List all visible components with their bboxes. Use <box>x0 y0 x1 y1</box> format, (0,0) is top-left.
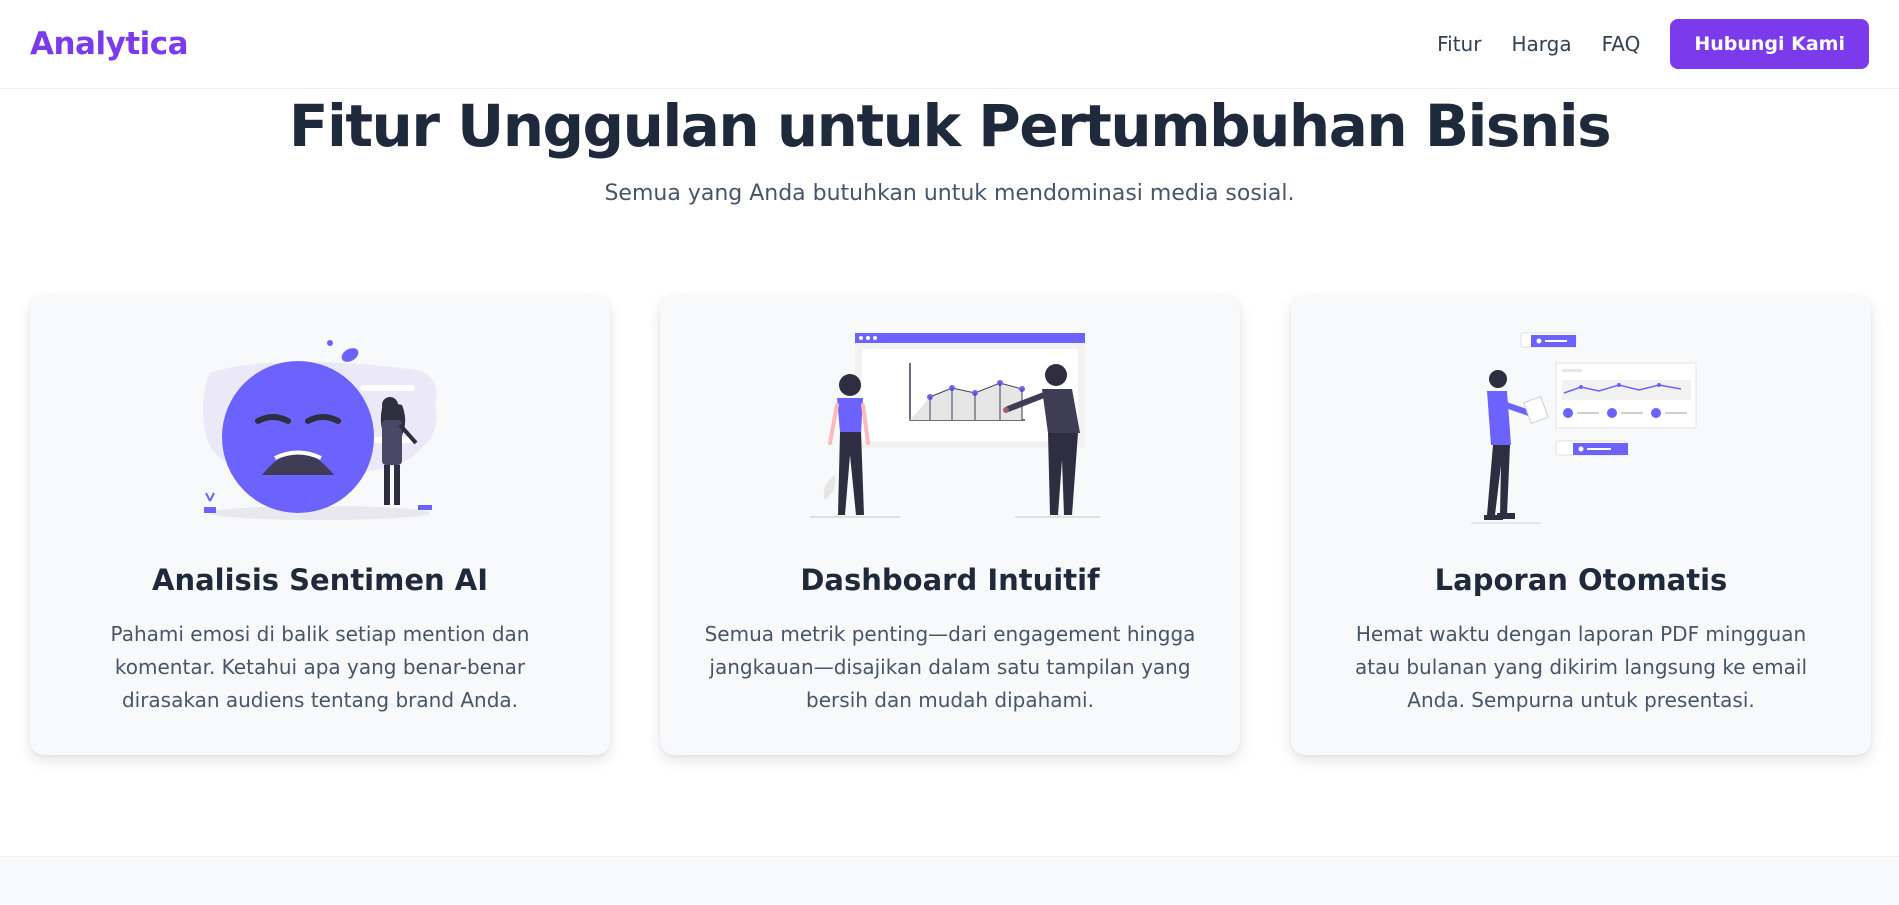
feature-card-reports: Laporan Otomatis Hemat waktu dengan lapo… <box>1291 295 1871 755</box>
brand-logo[interactable]: Analytica <box>30 26 189 62</box>
navbar: Analytica Fitur Harga FAQ Hubungi Kami <box>0 0 1899 89</box>
nav-links: Fitur Harga FAQ Hubungi Kami <box>1437 19 1869 69</box>
nav-link-harga[interactable]: Harga <box>1511 32 1571 56</box>
nav-link-fitur[interactable]: Fitur <box>1437 32 1481 56</box>
next-section-band <box>0 856 1899 905</box>
presentation-chart-illustration <box>660 325 1240 535</box>
page-title: Fitur Unggulan untuk Pertumbuhan Bisnis <box>288 92 1612 160</box>
feature-description: Hemat waktu dengan laporan PDF mingguan … <box>1354 622 1808 712</box>
contact-button[interactable]: Hubungi Kami <box>1670 19 1869 69</box>
feature-card-dashboard: Dashboard Intuitif Semua metrik penting—… <box>660 295 1240 755</box>
page-subtitle: Semua yang Anda butuhkan untuk mendomina… <box>604 181 1295 206</box>
report-reading-illustration <box>1291 325 1871 535</box>
feature-title: Dashboard Intuitif <box>800 563 1100 597</box>
feature-title: Analisis Sentimen AI <box>152 563 488 597</box>
feature-card-sentiment: Analisis Sentimen AI Pahami emosi di bal… <box>30 295 610 755</box>
nav-link-faq[interactable]: FAQ <box>1602 32 1641 56</box>
feature-description: Semua metrik penting—dari engagement hin… <box>704 622 1196 712</box>
sad-face-woman-illustration <box>30 325 610 535</box>
feature-title: Laporan Otomatis <box>1434 563 1728 597</box>
feature-description: Pahami emosi di balik setiap mention dan… <box>110 622 530 712</box>
